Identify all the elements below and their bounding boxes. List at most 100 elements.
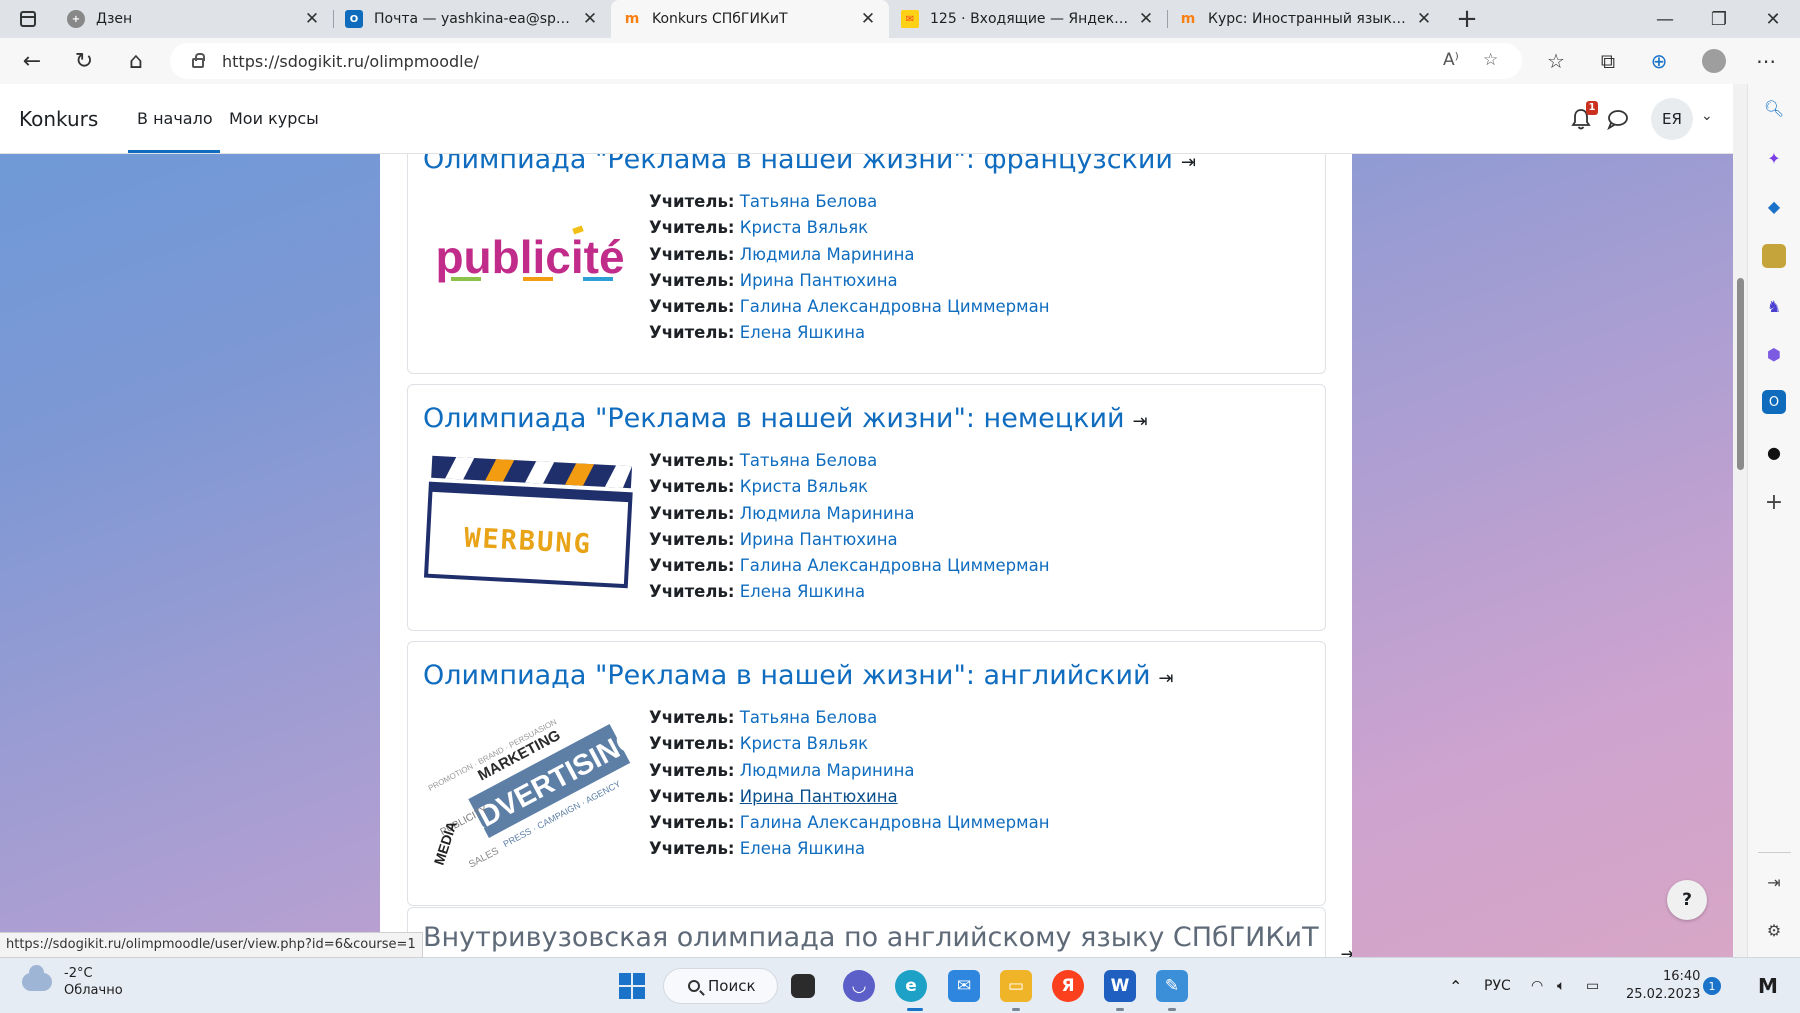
teacher-link[interactable]: Людмила Маринина: [740, 504, 915, 523]
notification-center-badge[interactable]: 1: [1703, 977, 1721, 995]
new-tab-button[interactable]: +: [1445, 0, 1489, 38]
messages-icon[interactable]: [1607, 108, 1629, 130]
moodle-icon: m: [1180, 11, 1196, 27]
close-icon[interactable]: ✕: [859, 9, 877, 29]
games-icon[interactable]: ♞: [1762, 294, 1786, 318]
course-title-text[interactable]: Внутривузовская олимпиада по английскому…: [423, 922, 1319, 953]
drop-icon[interactable]: ●: [1762, 440, 1786, 464]
taskbar-search[interactable]: Поиск: [663, 968, 778, 1004]
teacher-link[interactable]: Галина Александровна Циммерман: [740, 813, 1050, 832]
scrollbar-thumb[interactable]: [1737, 278, 1744, 470]
shopping-icon[interactable]: ◆: [1762, 194, 1786, 218]
yandex-browser-icon[interactable]: Я: [1052, 970, 1084, 1002]
collections-icon[interactable]: ⧉: [1587, 38, 1629, 84]
teacher-link[interactable]: Криста Вяльяк: [740, 218, 868, 237]
course-card: Внутривузовская олимпиада по английскому…: [407, 907, 1352, 957]
page-scrollbar[interactable]: [1733, 84, 1747, 957]
browser-tab-konkurs[interactable]: m Konkurs СПбГИКиТ ✕: [611, 0, 889, 38]
chevron-down-icon[interactable]: ⌄: [1701, 108, 1713, 124]
teacher-link[interactable]: Ирина Пантюхина: [740, 530, 898, 549]
site-brand[interactable]: Konkurs: [19, 107, 98, 131]
teacher-link[interactable]: Татьяна Белова: [740, 708, 878, 727]
teacher-link-hovered[interactable]: Ирина Пантюхина: [740, 787, 898, 806]
input-language[interactable]: РУС: [1484, 958, 1511, 1013]
nav-home[interactable]: В начало: [137, 109, 213, 128]
browser-tab-dzen[interactable]: + Дзен ✕: [55, 0, 333, 38]
course-title-text[interactable]: Олимпиада "Реклама в нашей жизни": англи…: [423, 660, 1151, 691]
teacher-link[interactable]: Елена Яшкина: [740, 323, 865, 342]
course-title[interactable]: Олимпиада "Реклама в нашей жизни": немец…: [423, 403, 1148, 434]
teacher-link[interactable]: Людмила Маринина: [740, 245, 915, 264]
volume-icon[interactable]: 🔈︎: [1557, 958, 1565, 1013]
close-icon[interactable]: ✕: [303, 9, 321, 29]
windows-start-icon[interactable]: [616, 970, 648, 1002]
close-window-icon[interactable]: ✕: [1746, 0, 1800, 38]
teacher-link[interactable]: Елена Яшкина: [740, 839, 865, 858]
word-icon[interactable]: W: [1104, 970, 1136, 1002]
close-icon[interactable]: ✕: [581, 9, 599, 29]
hide-sidebar-icon[interactable]: ⇥: [1762, 870, 1786, 894]
course-title-text[interactable]: Олимпиада "Реклама в нашей жизни": франц…: [423, 154, 1173, 175]
browser-tab-yandex-mail[interactable]: ✉ 125 · Входящие — Яндекс Почта ✕: [889, 0, 1167, 38]
teacher-row: Учитель: Галина Александровна Циммерман: [649, 810, 1050, 836]
favorites-icon[interactable]: ☆: [1535, 38, 1577, 84]
address-bar[interactable]: https://sdogikit.ru/olimpmoodle/ A⁾ ☆: [170, 43, 1522, 79]
minimize-icon[interactable]: —: [1638, 0, 1692, 38]
wifi-icon[interactable]: ◠: [1531, 958, 1543, 1013]
user-avatar[interactable]: ЕЯ: [1651, 98, 1693, 140]
teacher-link[interactable]: Галина Александровна Циммерман: [740, 556, 1050, 575]
restore-icon[interactable]: ❐: [1692, 0, 1746, 38]
teacher-role: Учитель:: [649, 218, 735, 238]
refresh-button[interactable]: ↻: [58, 38, 110, 84]
task-view-icon[interactable]: [791, 974, 815, 998]
add-icon[interactable]: +: [1762, 490, 1786, 515]
teacher-link[interactable]: Елена Яшкина: [740, 582, 865, 601]
downloads-icon[interactable]: ⊕: [1638, 38, 1680, 84]
profile-avatar[interactable]: [1693, 38, 1735, 84]
close-icon[interactable]: ✕: [1137, 9, 1155, 29]
edge-icon[interactable]: e: [895, 970, 927, 1002]
lock-icon[interactable]: [192, 53, 205, 68]
teacher-link[interactable]: Криста Вяльяк: [740, 477, 868, 496]
weather-widget[interactable]: -2°C Облачно: [22, 965, 123, 999]
teacher-link[interactable]: Галина Александровна Циммерман: [740, 297, 1050, 316]
teacher-link[interactable]: Ирина Пантюхина: [740, 271, 898, 290]
system-clock[interactable]: 16:40 25.02.2023: [1626, 968, 1700, 1004]
paint-icon[interactable]: ✎: [1156, 970, 1188, 1002]
widgets-logo-icon[interactable]: M: [1758, 958, 1778, 1013]
battery-icon[interactable]: ▭: [1586, 958, 1599, 1013]
weather-text: -2°C Облачно: [64, 965, 123, 999]
tray-overflow-icon[interactable]: ⌃: [1449, 958, 1462, 1013]
search-icon[interactable]: 🔍︎: [1762, 96, 1786, 120]
teacher-link[interactable]: Людмила Маринина: [740, 761, 915, 780]
course-list: Олимпиада "Реклама в нашей жизни": франц…: [380, 154, 1352, 957]
browser-tab-course[interactable]: m Курс: Иностранный язык 1137 ✕: [1167, 0, 1445, 38]
add-favorite-icon[interactable]: ☆: [1483, 50, 1498, 70]
outlook-icon[interactable]: O: [1762, 390, 1786, 414]
teacher-link[interactable]: Татьяна Белова: [740, 192, 878, 211]
teacher-row: Учитель: Людмила Маринина: [649, 758, 1050, 784]
course-title-text[interactable]: Олимпиада "Реклама в нашей жизни": немец…: [423, 403, 1125, 434]
microsoft365-icon[interactable]: ⬢: [1762, 342, 1786, 366]
tools-icon[interactable]: [1762, 244, 1786, 268]
read-aloud-icon[interactable]: A⁾: [1443, 50, 1459, 70]
browser-tab-outlook[interactable]: O Почта — yashkina-ea@spbgikit.ru ✕: [333, 0, 611, 38]
course-title[interactable]: Олимпиада "Реклама в нашей жизни": англи…: [423, 660, 1174, 691]
file-explorer-icon[interactable]: ▭: [1000, 970, 1032, 1002]
course-title[interactable]: Олимпиада "Реклама в нашей жизни": франц…: [423, 154, 1196, 175]
mail-icon[interactable]: ✉: [948, 970, 980, 1002]
close-icon[interactable]: ✕: [1415, 9, 1433, 29]
settings-more-icon[interactable]: ⋯: [1745, 38, 1787, 84]
back-button[interactable]: ←: [6, 38, 58, 84]
teacher-link[interactable]: Татьяна Белова: [740, 451, 878, 470]
course-title[interactable]: Внутривузовская олимпиада по английскому…: [423, 922, 1352, 957]
nav-my-courses[interactable]: Мои курсы: [229, 109, 319, 128]
sidebar-settings-icon[interactable]: ⚙: [1762, 918, 1786, 942]
teacher-link[interactable]: Криста Вяльяк: [740, 734, 868, 753]
tab-actions-button[interactable]: [0, 0, 55, 38]
copilot-icon[interactable]: ✦: [1762, 146, 1786, 170]
chat-icon[interactable]: ◡: [843, 970, 875, 1002]
url-text[interactable]: https://sdogikit.ru/olimpmoodle/: [222, 52, 479, 71]
home-button[interactable]: ⌂: [110, 38, 162, 84]
help-button[interactable]: ?: [1667, 880, 1707, 920]
